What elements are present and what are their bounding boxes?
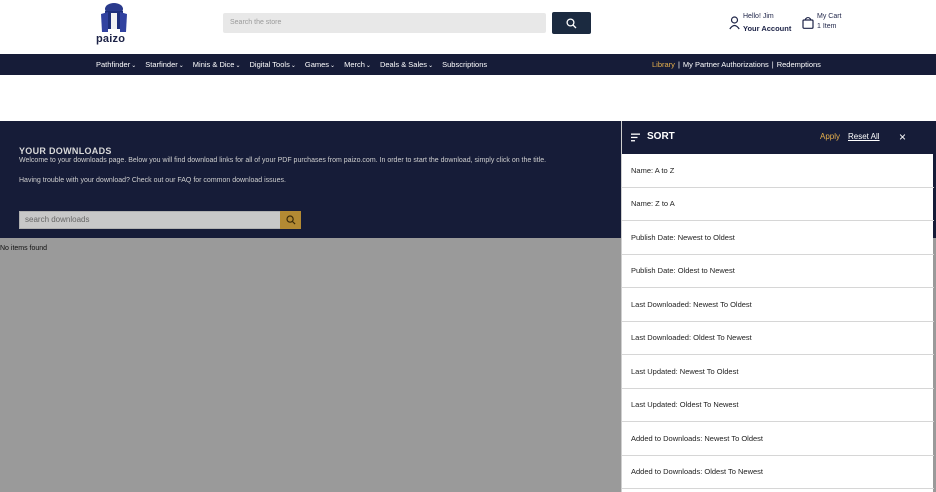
chevron-down-icon: ⌄ [330,63,336,69]
sort-header: SORT Apply Reset All × [622,121,934,154]
nav-item-deals-sales[interactable]: Deals & Sales⌄ [380,60,433,69]
main-navigation: Pathfinder⌄ Starfinder⌄ Minis & Dice⌄ Di… [0,54,936,75]
nav-item-digital-tools[interactable]: Digital Tools⌄ [250,60,296,69]
bag-icon[interactable] [802,16,814,29]
store-search-button[interactable] [552,12,591,34]
nav-item-pathfinder[interactable]: Pathfinder⌄ [96,60,136,69]
chevron-down-icon: ⌄ [178,63,184,69]
chevron-down-icon: ⌄ [428,63,434,69]
downloads-search-input[interactable]: search downloads [19,211,281,229]
account-links: Library | My Partner Authorizations | Re… [652,54,821,75]
chevron-down-icon: ⌄ [235,63,241,69]
sort-option-updated-oldest[interactable]: Last Updated: Oldest To Newest [622,389,934,422]
greeting-text: Hello! Jim [743,13,774,20]
sort-option-publish-newest[interactable]: Publish Date: Newest to Oldest [622,221,934,255]
user-icon[interactable] [729,16,740,30]
chevron-down-icon: ⌄ [365,63,371,69]
nav-item-minis-dice[interactable]: Minis & Dice⌄ [193,60,241,69]
sort-option-publish-oldest[interactable]: Publish Date: Oldest to Newest [622,255,934,288]
nav-menu: Pathfinder⌄ Starfinder⌄ Minis & Dice⌄ Di… [96,54,496,75]
logo-text: paizo [96,33,126,45]
page-title: YOUR DOWNLOADS [19,146,112,156]
sort-option-updated-newest[interactable]: Last Updated: Newest To Oldest [622,355,934,389]
chevron-down-icon: ⌄ [290,63,296,69]
sort-option-downloaded-newest[interactable]: Last Downloaded: Newest To Oldest [622,288,934,322]
sort-lines-icon [631,133,640,142]
nav-item-subscriptions[interactable]: Subscriptions [442,60,487,69]
search-icon [566,17,577,28]
sort-panel: SORT Apply Reset All × Name: A to Z Name… [621,121,934,492]
downloads-search-button[interactable] [280,211,301,229]
your-account-link[interactable]: Your Account [743,24,791,33]
search-icon [285,215,296,225]
reset-all-button[interactable]: Reset All [848,132,880,141]
redemptions-link[interactable]: Redemptions [777,60,821,69]
sort-option-added-newest[interactable]: Added to Downloads: Newest To Oldest [622,422,934,456]
nav-item-merch[interactable]: Merch⌄ [344,60,371,69]
apply-button[interactable]: Apply [820,132,840,141]
help-text: Having trouble with your download? Check… [19,177,286,184]
library-link[interactable]: Library [652,60,675,69]
sort-option-name-a-z[interactable]: Name: A to Z [622,154,934,188]
nav-item-starfinder[interactable]: Starfinder⌄ [145,60,184,69]
welcome-text: Welcome to your downloads page. Below yo… [19,157,547,164]
sort-title: SORT [647,131,675,142]
close-icon[interactable]: × [899,130,909,144]
cart-count: 1 Item [817,23,837,30]
sort-option-downloaded-oldest[interactable]: Last Downloaded: Oldest To Newest [622,322,934,355]
my-cart-link[interactable]: My Cart [817,13,842,20]
partner-authorizations-link[interactable]: My Partner Authorizations [683,60,769,69]
chevron-down-icon: ⌄ [131,63,137,69]
sort-option-name-z-a[interactable]: Name: Z to A [622,188,934,221]
empty-state-text: No items found [0,245,48,252]
sort-option-added-oldest[interactable]: Added to Downloads: Oldest To Newest [622,456,934,489]
divider: | [771,60,774,69]
nav-item-games[interactable]: Games⌄ [305,60,335,69]
sort-options-list: Name: A to Z Name: Z to A Publish Date: … [622,154,934,489]
store-search-input[interactable]: Search the store [223,13,546,33]
divider: | [677,60,680,69]
